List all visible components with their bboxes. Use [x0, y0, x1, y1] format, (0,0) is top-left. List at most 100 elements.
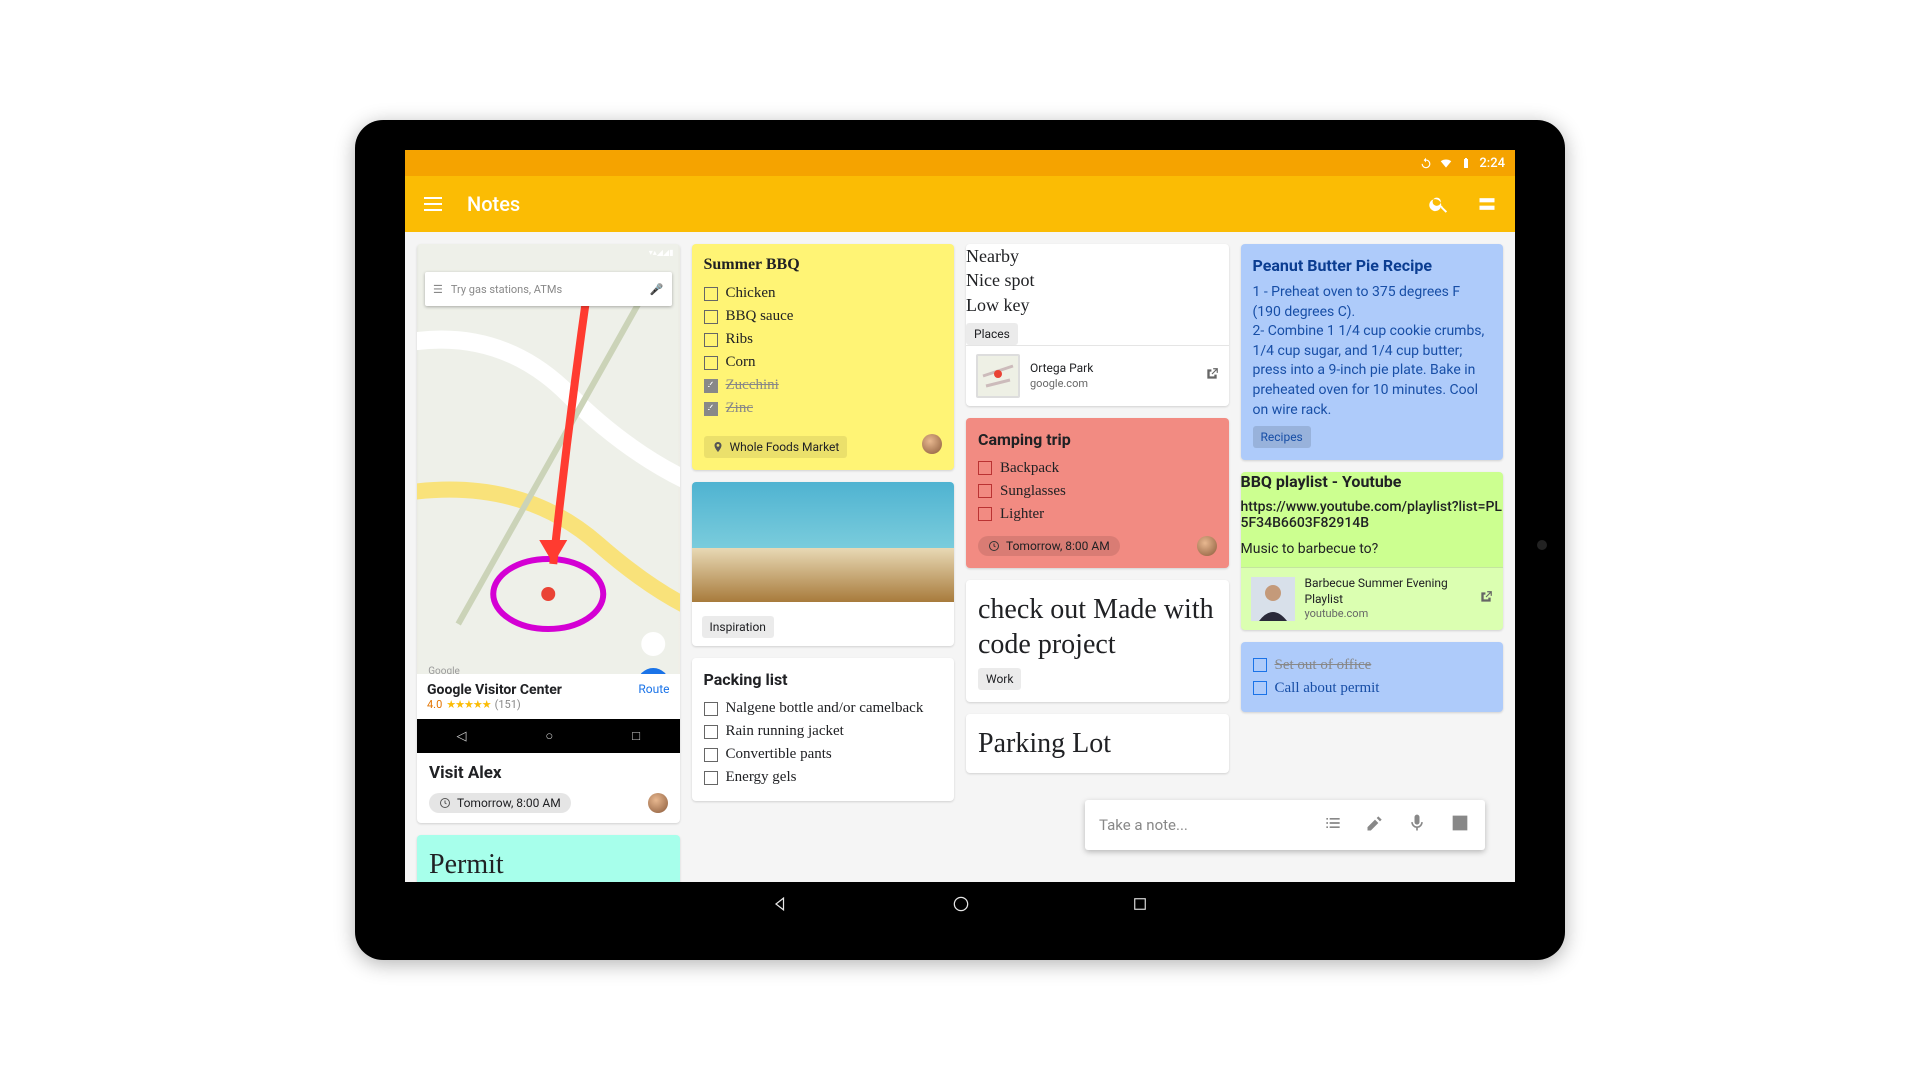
tag-chip[interactable]: Work	[978, 668, 1021, 690]
checklist-label: Rain running jacket	[726, 723, 844, 740]
checkbox-icon[interactable]	[978, 507, 992, 521]
link-title: Ortega Park	[1030, 361, 1195, 377]
checklist-item[interactable]: ✓Zucchini	[704, 374, 943, 397]
checklist-label: Nalgene bottle and/or camelback	[726, 700, 924, 717]
checkbox-icon[interactable]	[704, 748, 718, 762]
image-icon[interactable]	[1449, 812, 1471, 838]
rotate-icon	[1419, 156, 1433, 170]
checklist-item[interactable]: Call about permit	[1253, 677, 1492, 700]
note-title: Packing list	[704, 670, 943, 689]
checklist-item[interactable]: Chicken	[704, 282, 943, 305]
note-image	[692, 482, 955, 602]
note-summer-bbq[interactable]: Summer BBQ ChickenBBQ sauceRibsCorn✓Zucc…	[692, 244, 955, 470]
permit-line1: Permit	[429, 847, 668, 882]
checklist-item[interactable]: Backpack	[978, 457, 1217, 480]
app-title: Notes	[467, 192, 520, 216]
note-made-with-code[interactable]: check out Made with code project Work	[966, 580, 1229, 702]
checklist-label: Energy gels	[726, 769, 797, 786]
note-parking[interactable]: Parking Lot	[966, 714, 1229, 773]
checklist-label: Lighter	[1000, 506, 1044, 523]
take-note-bar[interactable]: Take a note...	[1085, 800, 1485, 850]
collaborator-avatar	[922, 434, 942, 454]
note-body: 1 - Preheat oven to 375 degrees F (190 d…	[1253, 283, 1492, 420]
note-title: BBQ playlist - Youtube	[1241, 472, 1504, 491]
checkbox-icon[interactable]: ✓	[704, 402, 718, 416]
list-icon[interactable]	[1323, 813, 1343, 837]
checkbox-icon[interactable]	[978, 461, 992, 475]
map-search-placeholder: Try gas stations, ATMs	[451, 283, 642, 296]
checklist-label: Call about permit	[1275, 680, 1380, 697]
checkbox-icon[interactable]	[1253, 681, 1267, 695]
checklist-item[interactable]: Sunglasses	[978, 480, 1217, 503]
open-link-icon[interactable]	[1205, 367, 1219, 385]
note-camping[interactable]: Camping trip BackpackSunglasses Lighter T…	[966, 418, 1229, 568]
link-card[interactable]: Ortega Park google.com	[966, 345, 1229, 406]
checklist-item[interactable]: Lighter	[978, 503, 1217, 526]
note-visit-alex[interactable]: Google ☰ Try gas stations, ATMs 🎤 ▾▴◢◢▮	[417, 244, 680, 823]
tablet-frame: 2:24 Notes	[355, 120, 1565, 960]
checklist-item[interactable]: ✓ Zinc	[704, 397, 943, 420]
checkbox-icon[interactable]	[704, 771, 718, 785]
checkbox-icon[interactable]: ✓	[704, 379, 718, 393]
checklist-item[interactable]: Corn	[704, 351, 943, 374]
note-todo[interactable]: Set out of office Call about permit	[1241, 642, 1504, 712]
note-nearby[interactable]: Nearby Nice spot Low key Places Ort	[966, 244, 1229, 406]
checklist-item[interactable]: Set out of office	[1253, 654, 1492, 677]
notes-grid: Google ☰ Try gas stations, ATMs 🎤 ▾▴◢◢▮	[405, 232, 1515, 882]
note-recipe[interactable]: Peanut Butter Pie Recipe 1 - Preheat ove…	[1241, 244, 1504, 460]
checklist-item[interactable]: Nalgene bottle and/or camelback	[704, 697, 943, 720]
reminder-chip[interactable]: Tomorrow, 8:00 AM	[978, 536, 1120, 556]
menu-icon[interactable]	[419, 190, 447, 218]
link-host: youtube.com	[1305, 607, 1470, 621]
map-search-bar: ☰ Try gas stations, ATMs 🎤	[425, 272, 672, 306]
reminder-chip[interactable]: Tomorrow, 8:00 AM	[429, 793, 571, 813]
checkbox-icon[interactable]	[704, 356, 718, 370]
note-title: Camping trip	[978, 430, 1217, 449]
checkbox-icon[interactable]	[978, 484, 992, 498]
note-permit[interactable]: Permit reservation	[417, 835, 680, 882]
tablet-camera	[1537, 540, 1547, 550]
draw-icon[interactable]	[1365, 813, 1385, 837]
location-chip[interactable]: Whole Foods Market	[704, 436, 848, 458]
checklist-label: Set out of office	[1275, 657, 1372, 674]
tag-chip[interactable]: Places	[966, 323, 1018, 345]
place-name: Google Visitor Center	[427, 682, 670, 698]
checklist-item[interactable]: BBQ sauce	[704, 305, 943, 328]
checklist-label: Zinc	[726, 400, 754, 417]
checklist-label: Corn	[726, 354, 756, 371]
app-bar: Notes	[405, 176, 1515, 232]
battery-icon	[1459, 156, 1473, 170]
checkbox-icon[interactable]	[704, 725, 718, 739]
note-title: Parking Lot	[978, 726, 1217, 761]
recents-button[interactable]	[1131, 895, 1149, 917]
mic-icon[interactable]	[1407, 813, 1427, 837]
view-toggle-icon[interactable]	[1473, 190, 1501, 218]
tag-chip[interactable]: Inspiration	[702, 616, 774, 638]
open-link-icon[interactable]	[1479, 590, 1493, 608]
collaborator-avatar	[648, 793, 668, 813]
map-place-info: Route Google Visitor Center 4.0 ★★★★★ (1…	[417, 674, 680, 719]
note-title: Peanut Butter Pie Recipe	[1253, 256, 1492, 275]
checkbox-icon[interactable]	[704, 287, 718, 301]
checklist-item[interactable]: Convertible pants	[704, 743, 943, 766]
video-thumb-icon	[1251, 577, 1295, 621]
take-note-placeholder[interactable]: Take a note...	[1099, 816, 1301, 834]
checkbox-icon[interactable]	[704, 333, 718, 347]
tag-chip[interactable]: Recipes	[1253, 426, 1311, 448]
checklist-item[interactable]: Ribs	[704, 328, 943, 351]
search-icon[interactable]	[1425, 190, 1453, 218]
home-button[interactable]	[951, 894, 971, 918]
checklist-item[interactable]: Energy gels	[704, 766, 943, 789]
checkbox-icon[interactable]	[704, 310, 718, 324]
checklist-item[interactable]: Rain running jacket	[704, 720, 943, 743]
checkbox-icon[interactable]	[1253, 658, 1267, 672]
back-button[interactable]	[771, 894, 791, 918]
checkbox-icon[interactable]	[704, 702, 718, 716]
mini-nav: ◁○□	[417, 719, 680, 753]
note-playlist[interactable]: BBQ playlist - Youtube https://www.youtu…	[1241, 472, 1504, 629]
link-host: google.com	[1030, 377, 1195, 391]
note-inspiration[interactable]: Inspiration	[692, 482, 955, 646]
link-card[interactable]: Barbecue Summer Evening Playlist youtube…	[1241, 567, 1504, 629]
note-packing-list[interactable]: Packing list Nalgene bottle and/or camel…	[692, 658, 955, 801]
note-body: check out Made with code project	[978, 592, 1217, 662]
